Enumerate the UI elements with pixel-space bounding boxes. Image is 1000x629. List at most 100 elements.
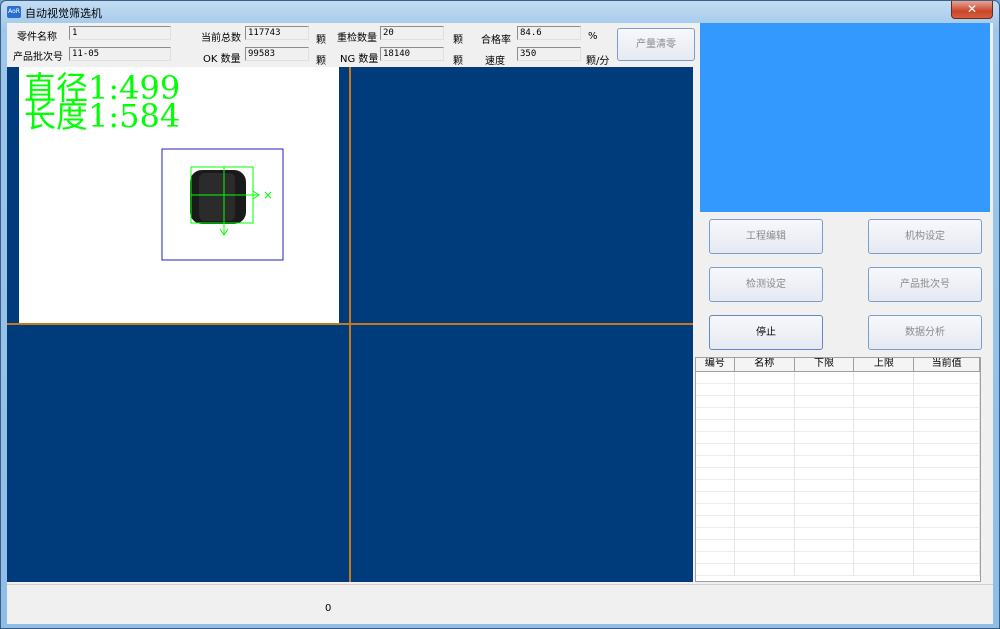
part-highlight <box>199 173 235 221</box>
table-cell <box>794 432 855 444</box>
col-name[interactable]: 名称 <box>735 358 795 371</box>
table-cell <box>914 456 980 468</box>
table-cell <box>854 516 915 528</box>
table-cell <box>794 552 855 564</box>
preview-panel <box>700 23 990 212</box>
table-cell <box>914 396 980 408</box>
table-cell <box>734 492 795 504</box>
table-row[interactable] <box>696 408 980 420</box>
table-cell <box>794 444 855 456</box>
table-cell <box>734 408 795 420</box>
col-lower[interactable]: 下限 <box>795 358 855 371</box>
table-cell <box>734 504 795 516</box>
table-row[interactable] <box>696 396 980 408</box>
clear-count-button[interactable]: 产量清零 <box>617 28 695 61</box>
table-cell <box>794 504 855 516</box>
batch-number-button[interactable]: 产品批次号 <box>868 267 982 302</box>
table-cell <box>794 408 855 420</box>
table-cell <box>794 420 855 432</box>
table-row[interactable] <box>696 456 980 468</box>
col-id[interactable]: 编号 <box>696 358 735 371</box>
table-cell <box>696 552 735 564</box>
table-row[interactable] <box>696 372 980 384</box>
total-field: 117743 <box>245 26 309 40</box>
table-row[interactable] <box>696 540 980 552</box>
table-cell <box>794 564 855 576</box>
table-cell <box>734 396 795 408</box>
table-cell <box>914 528 980 540</box>
table-cell <box>854 384 915 396</box>
project-edit-button[interactable]: 工程编辑 <box>709 219 823 254</box>
table-row[interactable] <box>696 384 980 396</box>
table-cell <box>696 504 735 516</box>
yield-field: 84.6 <box>517 26 581 40</box>
table-cell <box>914 516 980 528</box>
table-cell <box>854 480 915 492</box>
mechanism-setup-button[interactable]: 机构设定 <box>868 219 982 254</box>
part-name-field: 1 <box>69 26 171 40</box>
table-cell <box>914 372 980 384</box>
speed-unit: 颗/分 <box>586 56 610 67</box>
table-cell <box>794 468 855 480</box>
measurement-table[interactable]: 编号 名称 下限 上限 当前值 <box>695 357 981 582</box>
table-cell <box>854 492 915 504</box>
col-current[interactable]: 当前值 <box>914 358 980 371</box>
table-cell <box>794 540 855 552</box>
camera-pane-1[interactable]: 直径1:499 长度1:584 × <box>7 67 349 323</box>
table-cell <box>696 444 735 456</box>
table-cell <box>854 420 915 432</box>
camera-image-1: 直径1:499 长度1:584 × <box>19 67 339 323</box>
col-upper[interactable]: 上限 <box>854 358 915 371</box>
table-cell <box>696 528 735 540</box>
table-row[interactable] <box>696 552 980 564</box>
table-cell <box>734 528 795 540</box>
table-cell <box>734 432 795 444</box>
table-row[interactable] <box>696 564 980 576</box>
table-row[interactable] <box>696 504 980 516</box>
table-cell <box>854 504 915 516</box>
detect-setup-button[interactable]: 检测设定 <box>709 267 823 302</box>
table-cell <box>914 564 980 576</box>
stop-button[interactable]: 停止 <box>709 315 823 350</box>
data-analysis-button[interactable]: 数据分析 <box>868 315 982 350</box>
speed-field: 350 <box>517 47 581 61</box>
table-cell <box>854 396 915 408</box>
batch-field: 11-05 <box>69 47 171 61</box>
ok-field: 99583 <box>245 47 309 61</box>
measurement-overlay: 直径1:499 长度1:584 × <box>24 69 284 261</box>
total-label: 当前总数 <box>201 33 241 44</box>
table-row[interactable] <box>696 468 980 480</box>
table-cell <box>854 564 915 576</box>
table-cell <box>696 468 735 480</box>
camera-pane-4[interactable] <box>351 325 693 582</box>
client-area: 零件名称 1 产品批次号 11-05 当前总数 117743 OK 数量 995… <box>7 23 993 624</box>
table-cell <box>734 384 795 396</box>
table-row[interactable] <box>696 432 980 444</box>
yield-label: 合格率 <box>481 35 511 46</box>
table-cell <box>696 420 735 432</box>
camera-pane-2[interactable] <box>351 67 693 323</box>
table-row[interactable] <box>696 480 980 492</box>
table-cell <box>914 432 980 444</box>
table-body <box>696 372 980 576</box>
table-cell <box>854 528 915 540</box>
length-readout: 长度1:584 <box>24 97 180 135</box>
table-cell <box>794 456 855 468</box>
table-row[interactable] <box>696 444 980 456</box>
image-viewer: 直径1:499 长度1:584 × <box>7 67 693 582</box>
camera-pane-3[interactable] <box>7 325 349 582</box>
close-button[interactable]: ✕ <box>951 1 993 19</box>
title-bar[interactable]: AoR 自动视觉筛选机 ✕ <box>1 1 999 23</box>
table-row[interactable] <box>696 516 980 528</box>
table-cell <box>914 408 980 420</box>
table-row[interactable] <box>696 528 980 540</box>
table-cell <box>734 540 795 552</box>
table-cell <box>854 408 915 420</box>
ok-label: OK 数量 <box>203 54 241 65</box>
table-row[interactable] <box>696 492 980 504</box>
part-name-label: 零件名称 <box>17 32 57 43</box>
table-cell <box>696 384 735 396</box>
table-cell <box>854 372 915 384</box>
table-row[interactable] <box>696 420 980 432</box>
table-cell <box>734 516 795 528</box>
